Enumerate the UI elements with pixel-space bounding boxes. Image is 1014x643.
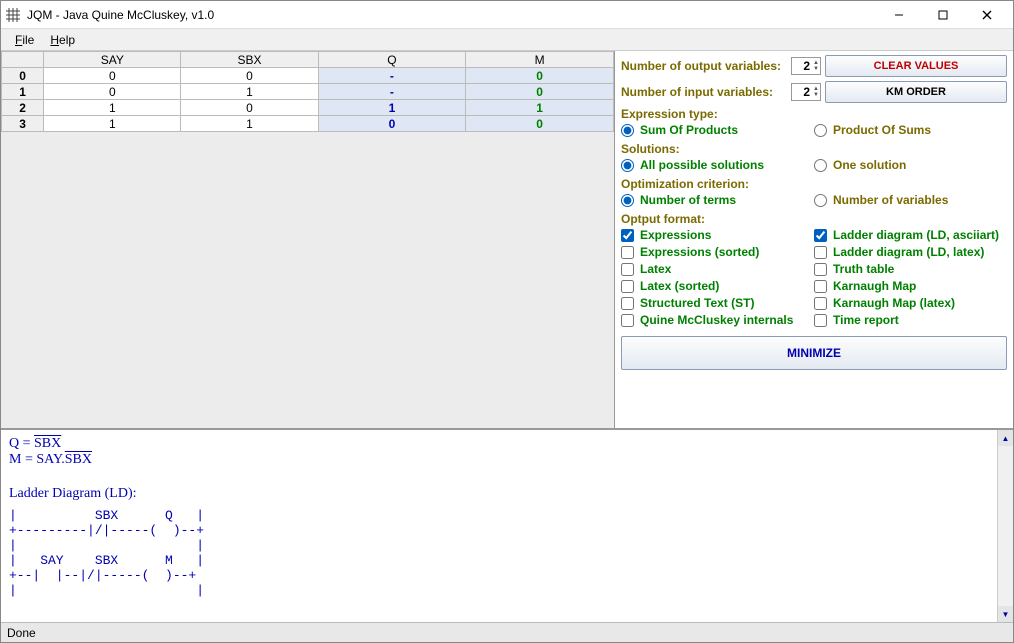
- table-corner: [2, 52, 44, 68]
- input-vars-spinner[interactable]: ▲▼: [791, 83, 821, 101]
- col-header: Q: [318, 52, 466, 68]
- expression-type-label: Expression type:: [621, 107, 1007, 121]
- check-time-report[interactable]: Time report: [814, 313, 1007, 327]
- check-ladder-ascii[interactable]: Ladder diagram (LD, asciiart): [814, 228, 1007, 242]
- radio-num-vars[interactable]: Number of variables: [814, 193, 1007, 207]
- output-vars-spinner[interactable]: ▲▼: [791, 57, 821, 75]
- ladder-heading: Ladder Diagram (LD):: [9, 486, 1005, 502]
- truth-table-area: SAY SBX Q M 0 0 0 - 0 1 0 1 - 0: [1, 51, 615, 428]
- window-title: JQM - Java Quine McCluskey, v1.0: [27, 8, 877, 22]
- maximize-window-button[interactable]: [921, 1, 965, 29]
- check-latex-sorted[interactable]: Latex (sorted): [621, 279, 814, 293]
- check-kmap-latex[interactable]: Karnaugh Map (latex): [814, 296, 1007, 310]
- minimize-button[interactable]: MINIMIZE: [621, 336, 1007, 370]
- table-row[interactable]: 3 1 1 0 0: [2, 116, 614, 132]
- spinner-down-icon[interactable]: ▼: [812, 66, 820, 72]
- col-header: SAY: [44, 52, 181, 68]
- output-expression-m: M = SAY.SBX: [9, 452, 1005, 468]
- scroll-down-icon[interactable]: ▼: [998, 606, 1013, 622]
- status-bar: Done: [1, 622, 1013, 642]
- ladder-diagram: | SBX Q | +---------|/|-----( )--+ | | |…: [9, 508, 1005, 598]
- output-format-label: Optput format:: [621, 212, 1007, 226]
- table-row[interactable]: 0 0 0 - 0: [2, 68, 614, 84]
- close-window-button[interactable]: [965, 1, 1009, 29]
- minimize-window-button[interactable]: [877, 1, 921, 29]
- radio-all-solutions[interactable]: All possible solutions: [621, 158, 814, 172]
- input-vars-label: Number of input variables:: [621, 85, 787, 99]
- output-vars-input[interactable]: [792, 58, 812, 74]
- output-area[interactable]: Q = SBX M = SAY.SBX Ladder Diagram (LD):…: [1, 429, 1013, 622]
- km-order-button[interactable]: KM ORDER: [825, 81, 1007, 103]
- check-ladder-latex[interactable]: Ladder diagram (LD, latex): [814, 245, 1007, 259]
- radio-num-terms[interactable]: Number of terms: [621, 193, 814, 207]
- check-qm-internals[interactable]: Quine McCluskey internals: [621, 313, 814, 327]
- optimization-label: Optimization criterion:: [621, 177, 1007, 191]
- col-header: SBX: [181, 52, 318, 68]
- table-row[interactable]: 1 0 1 - 0: [2, 84, 614, 100]
- input-vars-input[interactable]: [792, 84, 812, 100]
- solutions-label: Solutions:: [621, 142, 1007, 156]
- radio-one-solution[interactable]: One solution: [814, 158, 1007, 172]
- output-expression-q: Q = SBX: [9, 436, 1005, 452]
- output-vars-label: Number of output variables:: [621, 59, 787, 73]
- clear-values-button[interactable]: CLEAR VALUES: [825, 55, 1007, 77]
- check-expressions-sorted[interactable]: Expressions (sorted): [621, 245, 814, 259]
- col-header: M: [466, 52, 614, 68]
- menu-file[interactable]: File: [7, 31, 42, 49]
- check-structured-text[interactable]: Structured Text (ST): [621, 296, 814, 310]
- check-truth-table[interactable]: Truth table: [814, 262, 1007, 276]
- check-latex[interactable]: Latex: [621, 262, 814, 276]
- truth-table[interactable]: SAY SBX Q M 0 0 0 - 0 1 0 1 - 0: [1, 51, 614, 132]
- spinner-down-icon[interactable]: ▼: [812, 92, 820, 98]
- check-expressions[interactable]: Expressions: [621, 228, 814, 242]
- output-scrollbar[interactable]: ▲ ▼: [997, 430, 1013, 622]
- radio-pos[interactable]: Product Of Sums: [814, 123, 1007, 137]
- menu-bar: File Help: [1, 29, 1013, 51]
- title-bar: JQM - Java Quine McCluskey, v1.0: [1, 1, 1013, 29]
- scroll-up-icon[interactable]: ▲: [998, 430, 1013, 446]
- check-kmap[interactable]: Karnaugh Map: [814, 279, 1007, 293]
- controls-panel: Number of output variables: ▲▼ CLEAR VAL…: [615, 51, 1013, 428]
- app-icon: [5, 7, 21, 23]
- radio-sop[interactable]: Sum Of Products: [621, 123, 814, 137]
- table-row[interactable]: 2 1 0 1 1: [2, 100, 614, 116]
- status-text: Done: [7, 626, 36, 640]
- menu-help[interactable]: Help: [42, 31, 83, 49]
